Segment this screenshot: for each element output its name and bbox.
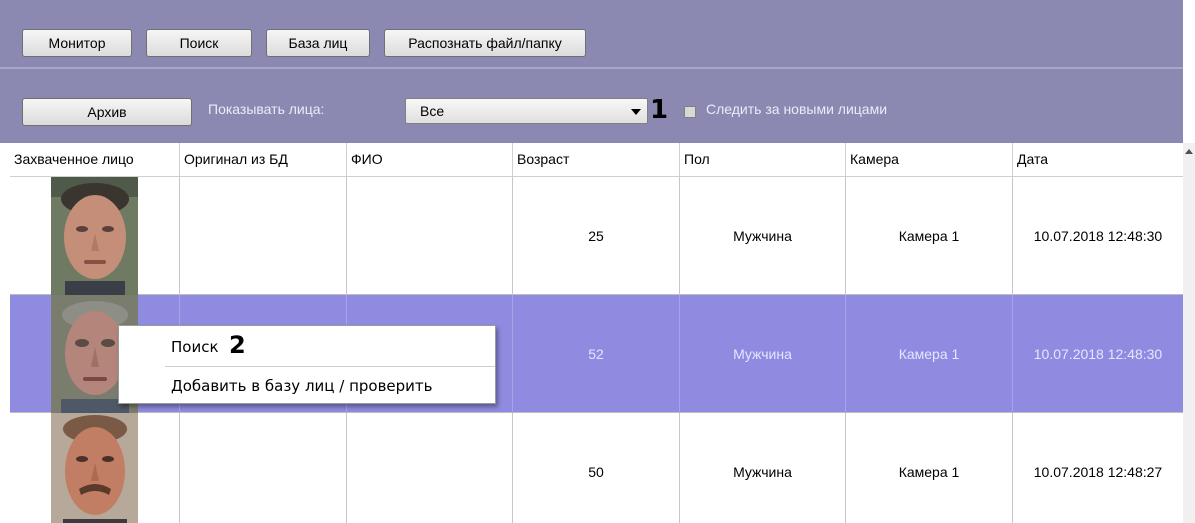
captured-face-image bbox=[51, 413, 138, 523]
column-header-db-original[interactable]: Оригинал из БД bbox=[180, 143, 347, 176]
name-cell bbox=[347, 413, 513, 523]
camera-cell: Камера 1 bbox=[846, 413, 1013, 523]
column-header-name[interactable]: ФИО bbox=[347, 143, 513, 176]
context-menu-separator bbox=[165, 366, 495, 367]
context-menu-search[interactable]: Поиск bbox=[119, 329, 495, 365]
table-row[interactable]: 50 Мужчина Камера 1 10.07.2018 12:48:27 bbox=[10, 413, 1183, 523]
gender-cell: Мужчина bbox=[680, 295, 846, 413]
monitor-button[interactable]: Монитор bbox=[22, 29, 132, 57]
vertical-scrollbar[interactable] bbox=[1183, 143, 1195, 523]
toolbar-divider bbox=[0, 67, 1183, 69]
archive-button[interactable]: Архив bbox=[22, 98, 192, 126]
captured-face-cell bbox=[10, 177, 180, 295]
db-original-cell bbox=[180, 177, 347, 295]
captured-face-image bbox=[51, 177, 138, 295]
column-header-date[interactable]: Дата bbox=[1013, 143, 1183, 176]
show-faces-dropdown[interactable]: Все bbox=[405, 98, 648, 124]
show-faces-label: Показывать лица: bbox=[208, 101, 325, 117]
follow-new-faces-checkbox[interactable] bbox=[684, 106, 696, 118]
table-header: Захваченное лицо Оригинал из БД ФИО Возр… bbox=[10, 143, 1183, 177]
column-header-captured-face[interactable]: Захваченное лицо bbox=[10, 143, 180, 176]
date-cell: 10.07.2018 12:48:30 bbox=[1033, 228, 1163, 244]
age-cell: 25 bbox=[513, 177, 680, 295]
date-cell: 10.07.2018 12:48:27 bbox=[1033, 464, 1163, 480]
context-menu-add-to-face-db[interactable]: Добавить в базу лиц / проверить bbox=[119, 368, 495, 404]
column-header-gender[interactable]: Пол bbox=[680, 143, 846, 176]
annotation-marker-2: 2 bbox=[229, 331, 246, 359]
context-menu: Поиск 2 Добавить в базу лиц / проверить bbox=[118, 325, 496, 404]
context-menu-add-label: Добавить в базу лиц / проверить bbox=[171, 377, 433, 395]
chevron-down-icon bbox=[631, 109, 641, 115]
date-cell: 10.07.2018 12:48:30 bbox=[1033, 346, 1163, 362]
column-header-age[interactable]: Возраст bbox=[513, 143, 680, 176]
context-menu-search-label: Поиск bbox=[171, 338, 219, 356]
search-button[interactable]: Поиск bbox=[146, 29, 252, 57]
db-original-cell bbox=[180, 413, 347, 523]
follow-new-faces-label[interactable]: Следить за новыми лицами bbox=[706, 101, 887, 117]
column-header-camera[interactable]: Камера bbox=[846, 143, 1013, 176]
table-row[interactable]: 25 Мужчина Камера 1 10.07.2018 12:48:30 bbox=[10, 177, 1183, 295]
top-panel: Монитор Поиск База лиц Распознать файл/п… bbox=[0, 0, 1183, 143]
camera-cell: Камера 1 bbox=[846, 295, 1013, 413]
age-cell: 50 bbox=[513, 413, 680, 523]
captured-face-cell bbox=[10, 413, 180, 523]
age-cell: 52 bbox=[513, 295, 680, 413]
gender-cell: Мужчина bbox=[680, 413, 846, 523]
show-faces-value: Все bbox=[420, 103, 445, 119]
scroll-up-icon[interactable] bbox=[1185, 149, 1193, 154]
recognize-file-button[interactable]: Распознать файл/папку bbox=[384, 29, 586, 57]
annotation-marker-1: 1 bbox=[650, 95, 669, 125]
camera-cell: Камера 1 bbox=[846, 177, 1013, 295]
gender-cell: Мужчина bbox=[680, 177, 846, 295]
name-cell bbox=[347, 177, 513, 295]
face-database-button[interactable]: База лиц bbox=[266, 29, 370, 57]
